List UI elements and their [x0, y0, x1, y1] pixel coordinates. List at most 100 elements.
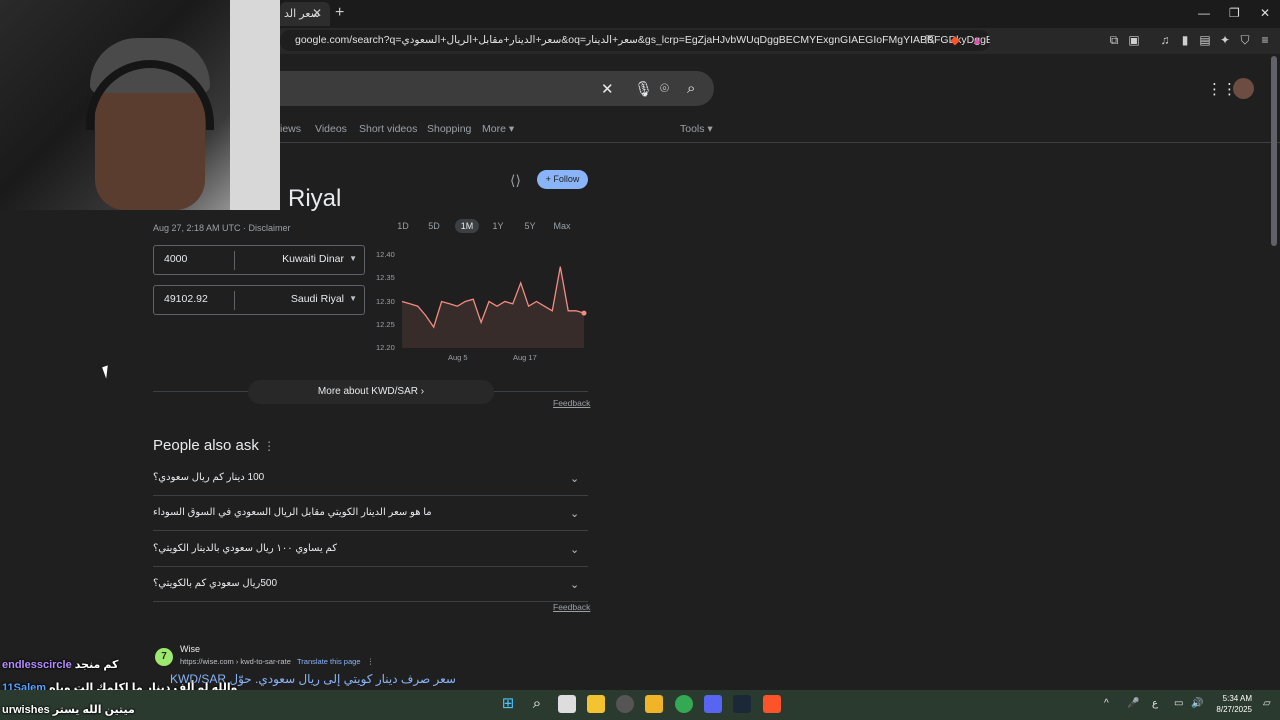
- taskbar: [0, 690, 1280, 720]
- follow-label: Follow: [553, 174, 580, 184]
- from-currency-select[interactable]: Kuwaiti Dinar: [282, 253, 344, 265]
- feedback-link[interactable]: Feedback: [553, 398, 590, 408]
- range-1d[interactable]: 1D: [391, 219, 415, 233]
- chevron-down-icon[interactable]: ⌄: [570, 507, 579, 520]
- media-icon[interactable]: ♫: [1158, 33, 1172, 47]
- share-icon[interactable]: ⇱: [923, 33, 937, 47]
- search-taskbar-icon[interactable]: ⌕: [528, 695, 546, 713]
- tab-short-videos[interactable]: Short videos: [359, 123, 417, 135]
- paa-question[interactable]: 500ريال سعودي كم بالكويتي؟: [153, 578, 277, 589]
- y-tick: 12.35: [376, 273, 395, 282]
- obs-icon[interactable]: [616, 695, 634, 713]
- vpn-icon[interactable]: ⛉: [1238, 33, 1252, 47]
- tab-news[interactable]: iews: [280, 123, 301, 135]
- chevron-up-icon[interactable]: ^: [1104, 698, 1109, 709]
- y-tick: 12.25: [376, 320, 395, 329]
- range-1m[interactable]: 1M: [455, 219, 479, 233]
- store-icon[interactable]: [587, 695, 605, 713]
- to-currency-select[interactable]: Saudi Riyal: [291, 293, 344, 305]
- steam-icon[interactable]: [733, 695, 751, 713]
- range-1y[interactable]: 1Y: [486, 219, 510, 233]
- chart-area: [402, 266, 584, 348]
- brave-icon[interactable]: [763, 695, 781, 713]
- minimize-icon[interactable]: —: [1198, 6, 1210, 20]
- start-icon[interactable]: ⊞: [499, 695, 517, 713]
- paa-title: People also ask ⋮: [153, 437, 275, 454]
- result-url[interactable]: https://wise.com › kwd-to-sar-rate Trans…: [180, 657, 374, 666]
- rate-chart: [401, 266, 587, 348]
- tab-close-icon[interactable]: ✕: [312, 6, 322, 20]
- paa-divider: [153, 601, 588, 602]
- avatar[interactable]: [1233, 78, 1254, 99]
- taskbar-clock[interactable]: 5:34 AM 8/27/2025: [1208, 693, 1252, 715]
- chrome-icon[interactable]: [675, 695, 693, 713]
- x-tick: Aug 5: [448, 353, 468, 362]
- from-amount-field[interactable]: 4000 Kuwaiti Dinar ▼: [153, 245, 365, 275]
- chevron-down-icon[interactable]: ⌄: [570, 472, 579, 485]
- more-about-button[interactable]: More about KWD/SAR ›: [248, 380, 494, 404]
- more-options-icon[interactable]: ⋮: [263, 439, 275, 453]
- paa-question[interactable]: ما هو سعر الدينار الكويتي مقابل الريال ا…: [153, 507, 432, 518]
- tab-videos[interactable]: Videos: [315, 123, 347, 135]
- paa-feedback-link[interactable]: Feedback: [553, 602, 590, 612]
- paa-divider: [153, 530, 588, 531]
- range-max[interactable]: Max: [550, 219, 574, 233]
- range-5d[interactable]: 5D: [422, 219, 446, 233]
- network-icon[interactable]: ▭: [1174, 698, 1183, 709]
- range-5y[interactable]: 5Y: [518, 219, 542, 233]
- chat-user: endlesscircle: [2, 659, 72, 671]
- maximize-icon[interactable]: ❐: [1229, 6, 1240, 20]
- extensions-icon[interactable]: ⧉: [1107, 33, 1121, 47]
- microphone-tray-icon[interactable]: 🎤: [1127, 698, 1139, 709]
- more-label: More: [482, 123, 506, 135]
- lens-icon[interactable]: ⌾: [660, 80, 669, 97]
- close-window-icon[interactable]: ✕: [1260, 6, 1270, 20]
- field-separator: [234, 251, 235, 270]
- chart-last-point: [581, 310, 587, 316]
- address-bar[interactable]: google.com/search?q=سعر+الدينار+مقابل+ال…: [280, 30, 990, 51]
- from-amount[interactable]: 4000: [164, 253, 187, 265]
- paa-question[interactable]: كم يساوي ١٠٠ ريال سعودي بالدينار الكويتي…: [153, 543, 337, 554]
- webcam-overlay: [0, 0, 280, 210]
- sidebar-icon[interactable]: ▮: [1178, 33, 1192, 47]
- file-explorer-icon[interactable]: [645, 695, 663, 713]
- results-divider: [153, 142, 1280, 143]
- to-amount[interactable]: 49102.92: [164, 293, 208, 305]
- chevron-down-icon[interactable]: ⌄: [570, 578, 579, 591]
- translate-link[interactable]: Translate this page: [297, 657, 361, 666]
- rewards-icon[interactable]: ▲: [970, 33, 984, 47]
- rate-timestamp: Aug 27, 2:18 AM UTC · Disclaimer: [153, 223, 291, 233]
- chevron-down-icon[interactable]: ⌄: [570, 543, 579, 556]
- reader-icon[interactable]: ▣: [1127, 33, 1141, 47]
- leo-icon[interactable]: ✦: [1218, 33, 1232, 47]
- paa-question[interactable]: 100 دينار كم ريال سعودي؟: [153, 472, 264, 483]
- clear-icon[interactable]: ✕: [601, 80, 614, 98]
- microphone-icon[interactable]: 🎙: [634, 80, 653, 98]
- share-results-icon[interactable]: ⟨⟩: [510, 172, 521, 189]
- y-tick: 12.30: [376, 297, 395, 306]
- menu-icon[interactable]: ≡: [1258, 33, 1272, 47]
- chat-message: urwishes ميتين الله يستر: [2, 703, 135, 716]
- notifications-icon[interactable]: ▱: [1263, 698, 1271, 709]
- tab-more[interactable]: More ▾: [482, 123, 514, 135]
- to-amount-field[interactable]: 49102.92 Saudi Riyal ▼: [153, 285, 365, 315]
- follow-button[interactable]: + Follow: [537, 170, 588, 189]
- tools-button[interactable]: Tools ▾: [680, 123, 713, 135]
- discord-icon[interactable]: [704, 695, 722, 713]
- tools-label: Tools: [680, 123, 705, 135]
- search-icon[interactable]: ⌕: [687, 80, 695, 97]
- language-indicator[interactable]: ع: [1152, 698, 1158, 709]
- tab-shopping[interactable]: Shopping: [427, 123, 471, 135]
- volume-icon[interactable]: 🔊: [1191, 698, 1203, 709]
- page-scrollbar[interactable]: [1271, 56, 1277, 246]
- wallet-icon[interactable]: ▤: [1198, 33, 1212, 47]
- brave-shield-icon[interactable]: ◆: [948, 33, 962, 47]
- paa-divider: [153, 566, 588, 567]
- chevron-down-icon: ▼: [349, 294, 357, 303]
- result-options-icon[interactable]: ⋮: [367, 657, 375, 666]
- result-site-name[interactable]: Wise: [180, 644, 200, 654]
- task-view-icon[interactable]: [558, 695, 576, 713]
- browser-tab[interactable]: سعر الد: [280, 2, 330, 26]
- y-tick: 12.20: [376, 343, 395, 352]
- new-tab-button[interactable]: +: [335, 4, 344, 22]
